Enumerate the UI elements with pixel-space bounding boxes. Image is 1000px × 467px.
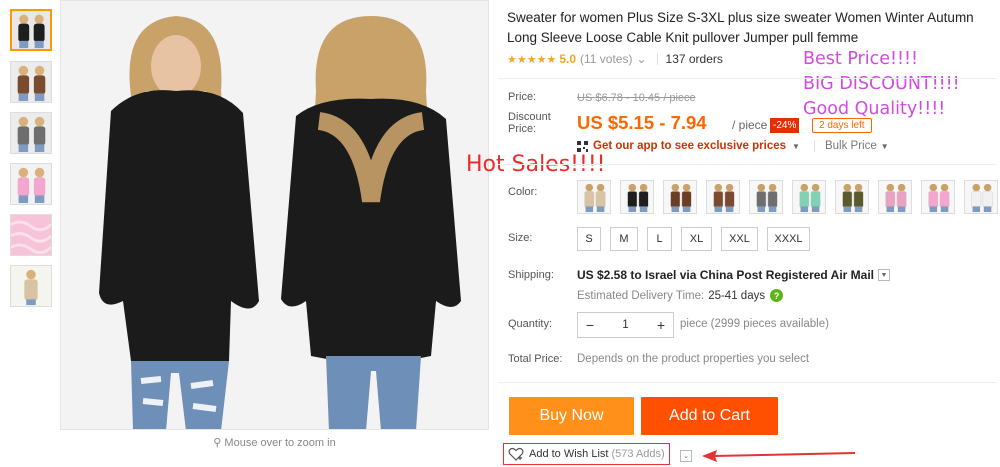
shipping-label: Shipping:	[508, 269, 554, 281]
color-option-3[interactable]	[663, 180, 697, 214]
discount-label-line1: Discount	[508, 111, 551, 123]
total-price-label: Total Price:	[508, 353, 563, 365]
thumbnail-1[interactable]	[10, 9, 52, 51]
thumbnail-6[interactable]	[10, 265, 52, 307]
quantity-increase-button[interactable]: +	[649, 313, 673, 337]
size-label: Size:	[508, 232, 533, 244]
quantity-label: Quantity:	[508, 318, 553, 330]
size-option-l[interactable]: L	[647, 227, 672, 251]
thumbnail-4[interactable]	[10, 163, 52, 205]
heart-icon	[508, 447, 524, 461]
rating-row: ★★★★★ 5.0 (11 votes) ⌄ 137 orders	[507, 52, 723, 66]
product-title: Sweater for women Plus Size S-3XL plus s…	[507, 10, 974, 45]
quantity-stepper: − 1 +	[577, 312, 674, 338]
original-price: US $6.78 - 10.45 / piece	[577, 92, 696, 104]
orders-count: 137 orders	[665, 52, 723, 66]
per-unit-label: / piece	[732, 118, 768, 132]
buy-now-button[interactable]: Buy Now	[509, 397, 634, 435]
zoom-hint-text: Mouse over to zoom in	[224, 437, 336, 449]
thumbnail-2[interactable]	[10, 61, 52, 103]
divider	[498, 78, 997, 79]
shipping-method: US $2.58 to Israel via China Post Regist…	[577, 268, 874, 282]
price-label: Price:	[508, 91, 537, 103]
color-option-9[interactable]	[921, 180, 955, 214]
promo-line-1: Best Price!!!!	[803, 49, 919, 69]
star-rating-icon: ★★★★★	[507, 53, 557, 66]
color-option-10[interactable]	[964, 180, 998, 214]
discount-price: US $5.15 - 7.94	[577, 112, 707, 133]
quantity-input[interactable]: 1	[602, 319, 649, 331]
size-option-xxl[interactable]: XXL	[721, 227, 758, 251]
rating-value: 5.0	[559, 52, 576, 66]
color-option-6[interactable]	[792, 180, 826, 214]
votes-link[interactable]: (11 votes)	[580, 52, 632, 66]
divider	[656, 53, 658, 65]
color-option-5[interactable]	[749, 180, 783, 214]
promo-line-3: Good Quality!!!!	[803, 99, 946, 119]
magnifier-icon: ⚲	[213, 437, 225, 449]
days-left-badge: 2 days left	[812, 118, 872, 133]
shipping-dropdown-icon[interactable]: ▼	[878, 269, 890, 281]
discount-badge: -24%	[770, 118, 800, 133]
thumbnail-5[interactable]	[10, 214, 52, 256]
wishlist-dropdown-icon[interactable]: ⌄	[680, 450, 692, 462]
size-option-s[interactable]: S	[577, 227, 601, 251]
delivery-estimate: Estimated Delivery Time: 25-41 days ?	[577, 289, 784, 302]
color-option-7[interactable]	[835, 180, 869, 214]
add-to-wishlist-button[interactable]: Add to Wish List (573 Adds)	[503, 443, 670, 465]
shipping-info: US $2.58 to Israel via China Post Regist…	[577, 268, 890, 282]
bulk-price-link[interactable]: Bulk Price	[813, 140, 877, 152]
divider	[498, 164, 997, 165]
zoom-hint: ⚲ Mouse over to zoom in	[60, 436, 489, 449]
color-option-1[interactable]	[577, 180, 611, 214]
qr-code-icon	[577, 140, 588, 152]
divider	[498, 382, 997, 383]
delivery-estimate-value: 25-41 days	[708, 289, 766, 302]
wishlist-count: (573 Adds)	[611, 448, 665, 460]
color-option-8[interactable]	[878, 180, 912, 214]
app-promo-row: Get our app to see exclusive prices ▼ Bu…	[577, 140, 889, 152]
thumbnail-3[interactable]	[10, 112, 52, 154]
app-promo-link[interactable]: Get our app to see exclusive prices	[593, 140, 786, 152]
votes-chevron-icon[interactable]: ⌄	[636, 52, 646, 66]
total-price-note: Depends on the product properties you se…	[577, 353, 810, 365]
help-icon[interactable]: ?	[770, 289, 784, 302]
quantity-available: piece (2999 pieces available)	[680, 318, 829, 330]
promo-line-2: BIG DISCOUNT!!!!	[803, 74, 960, 94]
color-option-4[interactable]	[706, 180, 740, 214]
wishlist-label: Add to Wish List	[529, 448, 609, 460]
quantity-decrease-button[interactable]: −	[578, 313, 602, 337]
discount-label-line2: Price:	[508, 123, 537, 135]
caret-down-icon[interactable]: ▼	[881, 142, 889, 151]
caret-down-icon[interactable]: ▼	[792, 142, 800, 151]
size-option-xxxl[interactable]: XXXL	[767, 227, 810, 251]
size-option-xl[interactable]: XL	[681, 227, 712, 251]
color-label: Color:	[508, 186, 538, 198]
annotation-arrow-icon	[702, 450, 856, 462]
delivery-estimate-label: Estimated Delivery Time:	[577, 289, 705, 302]
add-to-cart-button[interactable]: Add to Cart	[641, 397, 778, 435]
product-main-image[interactable]	[60, 0, 489, 430]
size-option-m[interactable]: M	[610, 227, 638, 251]
color-option-2[interactable]	[620, 180, 654, 214]
